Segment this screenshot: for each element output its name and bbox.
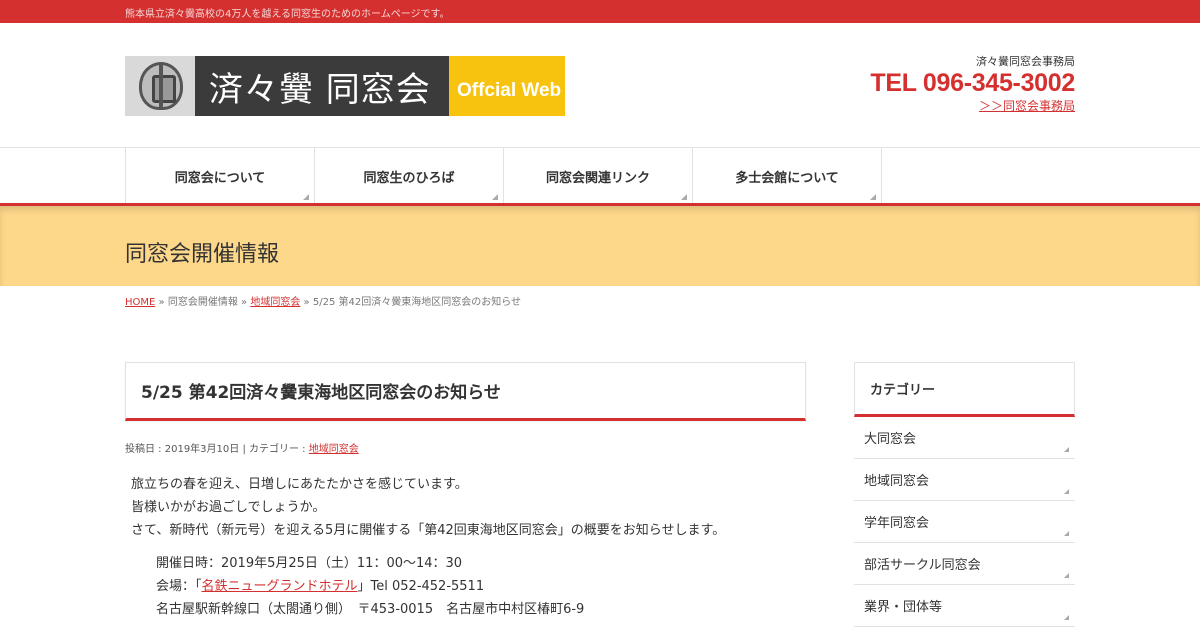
nav-item-links[interactable]: 同窓会関連リンク — [504, 148, 693, 204]
page-header-band: 同窓会開催情報 — [0, 206, 1200, 286]
global-nav: 同窓会について 同窓生のひろば 同窓会関連リンク 多士会館について — [0, 147, 1200, 204]
top-bar: 熊本県立済々黌高校の4万人を越える同窓生のためのホームページです。 — [0, 0, 1200, 23]
nav-item-label: 同窓会関連リンク — [545, 170, 650, 186]
sidebar-title: カテゴリー — [854, 362, 1075, 417]
category-list: 大同窓会 地域同窓会 学年同窓会 部活サークル同窓会 業界・団体等 — [854, 417, 1075, 627]
breadcrumb-home[interactable]: HOME — [125, 297, 155, 308]
phone-number: TEL 096-345-3002 — [870, 69, 1075, 97]
category-label: 業界・団体等 — [864, 600, 943, 615]
post-meta-category-link[interactable]: 地域同窓会 — [309, 444, 359, 455]
post-title-box: 5/25 第42回済々黌東海地区同窓会のお知らせ — [125, 362, 806, 421]
corner-triangle-icon — [1064, 447, 1069, 452]
post-paragraph: さて、新時代（新元号）を迎える5月に開催する「第42回東海地区同窓会」の概要をお… — [131, 523, 726, 538]
event-datetime: 開催日時：2019年5月25日（土）11：00～14：30 — [156, 556, 463, 571]
breadcrumb-current: 5/25 第42回済々黌東海地区同窓会のお知らせ — [312, 297, 522, 308]
category-item[interactable]: 地域同窓会 — [854, 459, 1075, 501]
breadcrumb-section: 同窓会開催情報 — [167, 297, 238, 308]
category-label: 部活サークル同窓会 — [864, 558, 981, 573]
breadcrumb-separator: » — [158, 297, 165, 308]
event-venue: 会場：「名鉄ニューグランドホテル」Tel 052-452-5511 — [156, 575, 806, 598]
nav-item-label: 同窓会について — [174, 170, 266, 186]
post-paragraph: 旅立ちの春を迎え、日増しにあたたかさを感じています。 — [131, 477, 468, 492]
category-item[interactable]: 部活サークル同窓会 — [854, 543, 1075, 585]
corner-triangle-icon — [1064, 531, 1069, 536]
event-details: 開催日時：2019年5月25日（土）11：00～14：30 会場：「名鉄ニューグ… — [131, 552, 806, 621]
post-article: 5/25 第42回済々黌東海地区同窓会のお知らせ 投稿日 : 2019年3月10… — [125, 362, 806, 621]
breadcrumb-separator: » — [241, 297, 248, 308]
site-description: 熊本県立済々黌高校の4万人を越える同窓生のためのホームページです。 — [125, 9, 450, 20]
nav-item-about[interactable]: 同窓会について — [126, 148, 315, 204]
corner-triangle-icon — [492, 194, 498, 200]
breadcrumb-category[interactable]: 地域同窓会 — [250, 297, 300, 308]
page-title: 同窓会開催情報 — [125, 242, 280, 267]
corner-triangle-icon — [870, 194, 876, 200]
sidebar: カテゴリー 大同窓会 地域同窓会 学年同窓会 部活サークル同窓会 業界・団体等 — [854, 362, 1075, 627]
category-item[interactable]: 大同窓会 — [854, 417, 1075, 459]
event-address: 名古屋駅新幹線口（太閤通り側） 〒453-0015 名古屋市中村区椿町6-9 — [156, 602, 585, 617]
nav-item-plaza[interactable]: 同窓生のひろば — [315, 148, 504, 204]
corner-triangle-icon — [303, 194, 309, 200]
nav-item-hall[interactable]: 多士会館について — [693, 148, 882, 204]
site-header: 済々黌 同窓会 Offcial Web 済々黌同窓会事務局 TEL 096-34… — [0, 23, 1200, 147]
nav-item-label: 多士会館について — [735, 170, 839, 186]
logo-name: 済々黌 同窓会 — [195, 56, 449, 116]
post-meta: 投稿日 : 2019年3月10日 | カテゴリー : 地域同窓会 — [125, 440, 806, 455]
category-item[interactable]: 業界・団体等 — [854, 585, 1075, 627]
breadcrumb: HOME » 同窓会開催情報 » 地域同窓会 » 5/25 第42回済々黌東海地… — [125, 293, 521, 308]
corner-triangle-icon — [681, 194, 687, 200]
category-label: 大同窓会 — [864, 432, 917, 447]
post-paragraph: 皆様いかがお過ごしでしょうか。 — [131, 500, 326, 515]
site-logo[interactable]: 済々黌 同窓会 Offcial Web — [125, 56, 565, 116]
category-label: 学年同窓会 — [864, 516, 930, 531]
corner-triangle-icon — [1064, 615, 1069, 620]
post-body: 旅立ちの春を迎え、日増しにあたたかさを感じています。 皆様いかがお過ごしでしょう… — [125, 473, 806, 621]
breadcrumb-separator: » — [303, 297, 310, 308]
category-item[interactable]: 学年同窓会 — [854, 501, 1075, 543]
office-link[interactable]: ＞＞同窓会事務局 — [870, 97, 1075, 114]
venue-prefix: 会場：「 — [156, 579, 202, 594]
post-meta-date: 投稿日 : 2019年3月10日 | カテゴリー : — [125, 444, 309, 455]
post-title: 5/25 第42回済々黌東海地区同窓会のお知らせ — [141, 383, 501, 403]
venue-link[interactable]: 名鉄ニューグランドホテル — [202, 579, 358, 594]
corner-triangle-icon — [1064, 489, 1069, 494]
corner-triangle-icon — [1064, 573, 1069, 578]
office-name: 済々黌同窓会事務局 — [976, 55, 1075, 68]
venue-suffix: 」Tel 052-452-5511 — [357, 579, 485, 594]
logo-tagline: Offcial Web — [449, 56, 565, 116]
category-label: 地域同窓会 — [864, 474, 930, 489]
contact-info: 済々黌同窓会事務局 TEL 096-345-3002 ＞＞同窓会事務局 — [870, 53, 1075, 114]
nav-item-label: 同窓生のひろば — [363, 170, 455, 186]
school-crest-icon — [125, 56, 195, 116]
